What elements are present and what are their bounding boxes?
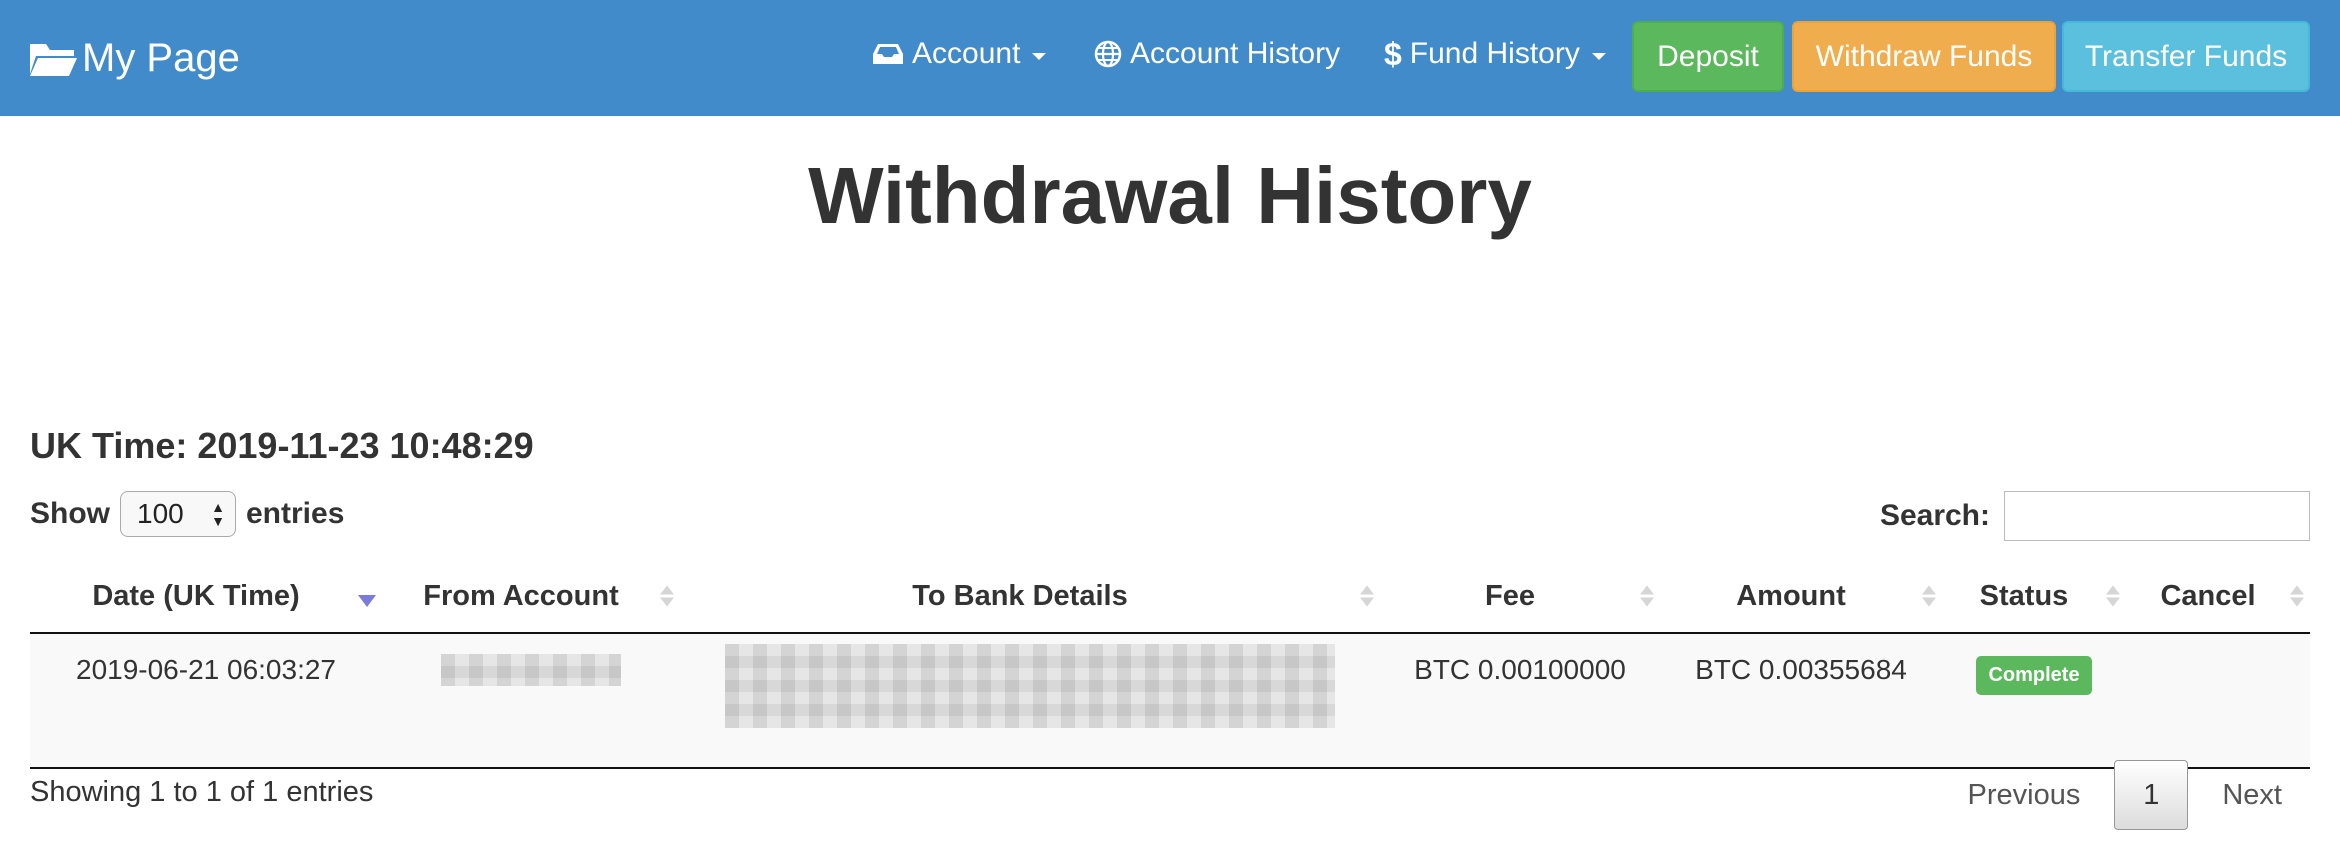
sort-icon [1360, 585, 1374, 607]
redacted-bank-details [725, 644, 1335, 728]
inbox-icon [873, 44, 903, 64]
entries-label: entries [246, 497, 345, 530]
select-arrows-icon: ▲ ▼ [211, 499, 225, 529]
table-info: Showing 1 to 1 of 1 entries [30, 776, 374, 808]
brand-label: My Page [82, 35, 240, 80]
column-header-cancel[interactable]: Cancel [2126, 560, 2310, 634]
uk-time-heading: UK Time: 2019-11-23 10:48:29 [30, 420, 544, 472]
column-header-label: Amount [1736, 579, 1846, 612]
column-header-label: To Bank Details [912, 579, 1128, 612]
status-badge: Complete [1976, 656, 2092, 695]
sort-icon [1640, 585, 1654, 607]
column-header-status[interactable]: Status [1942, 560, 2126, 634]
column-header-label: Fee [1485, 579, 1535, 612]
nav-account-label: Account [912, 37, 1021, 70]
next-page-button[interactable]: Next [2194, 779, 2310, 812]
sort-icon [660, 585, 674, 607]
uk-time-value: 2019-11-23 10:48:29 [197, 425, 534, 466]
sort-descending-icon [358, 585, 376, 607]
cell-from-account [382, 633, 680, 769]
search-input[interactable] [2004, 491, 2310, 541]
cell-status: Complete [1942, 633, 2126, 769]
top-navbar: My Page Account Account History $ Fund H… [0, 0, 2340, 116]
sort-icon [2106, 585, 2120, 607]
entries-length-control: Show 100 ▲ ▼ entries [30, 490, 344, 538]
chevron-down-icon [1032, 52, 1047, 60]
cell-fee: BTC 0.00100000 [1380, 633, 1660, 769]
uk-time-label: UK Time: [30, 425, 188, 466]
deposit-button[interactable]: Deposit [1632, 21, 1784, 92]
redacted-from-account [441, 654, 621, 686]
column-header-label: Date (UK Time) [92, 579, 300, 612]
pagination: Previous 1 Next [1940, 760, 2310, 830]
nav-fund-history-dropdown[interactable]: $ Fund History [1384, 0, 1606, 108]
column-header-amount[interactable]: Amount [1660, 560, 1942, 634]
entries-length-value: 100 [137, 498, 184, 529]
cell-date: 2019-06-21 06:03:27 [30, 633, 382, 769]
table-row: 2019-06-21 06:03:27 BTC 0.00100000 BTC 0… [30, 633, 2310, 769]
page-title: Withdrawal History [808, 151, 1532, 240]
table-search: Search: [1880, 490, 2310, 542]
column-header-label: Status [1979, 579, 2069, 612]
previous-page-button[interactable]: Previous [1940, 779, 2109, 812]
nav-account-dropdown[interactable]: Account [872, 0, 1047, 108]
cell-to-bank-details [680, 633, 1380, 769]
show-label: Show [30, 497, 110, 530]
cell-amount: BTC 0.00355684 [1660, 633, 1942, 769]
page-1-button[interactable]: 1 [2114, 760, 2189, 830]
table-header-row: Date (UK Time) From Account To Bank Deta… [30, 560, 2310, 634]
cell-cancel [2126, 633, 2310, 769]
nav-account-history[interactable]: Account History [1094, 0, 1340, 108]
column-header-label: Cancel [2160, 579, 2256, 612]
column-header-label: From Account [423, 579, 619, 612]
column-header-from-account[interactable]: From Account [382, 560, 680, 634]
withdraw-funds-button[interactable]: Withdraw Funds [1792, 21, 2056, 92]
column-header-fee[interactable]: Fee [1380, 560, 1660, 634]
dollar-icon: $ [1384, 35, 1402, 72]
folder-open-icon [30, 44, 77, 76]
search-label: Search: [1879, 499, 1990, 532]
transfer-funds-button[interactable]: Transfer Funds [2062, 21, 2310, 92]
withdrawal-history-table: Date (UK Time) From Account To Bank Deta… [30, 560, 2310, 769]
nav-account-history-label: Account History [1130, 37, 1341, 70]
column-header-date[interactable]: Date (UK Time) [30, 560, 382, 634]
entries-length-select[interactable]: 100 ▲ ▼ [120, 491, 236, 537]
nav-fund-history-label: Fund History [1409, 37, 1580, 70]
globe-icon [1094, 40, 1122, 68]
chevron-down-icon [1591, 52, 1606, 60]
column-header-to-bank-details[interactable]: To Bank Details [680, 560, 1380, 634]
brand-link[interactable]: My Page [28, 0, 240, 116]
sort-icon [1922, 585, 1936, 607]
sort-icon [2290, 585, 2304, 607]
